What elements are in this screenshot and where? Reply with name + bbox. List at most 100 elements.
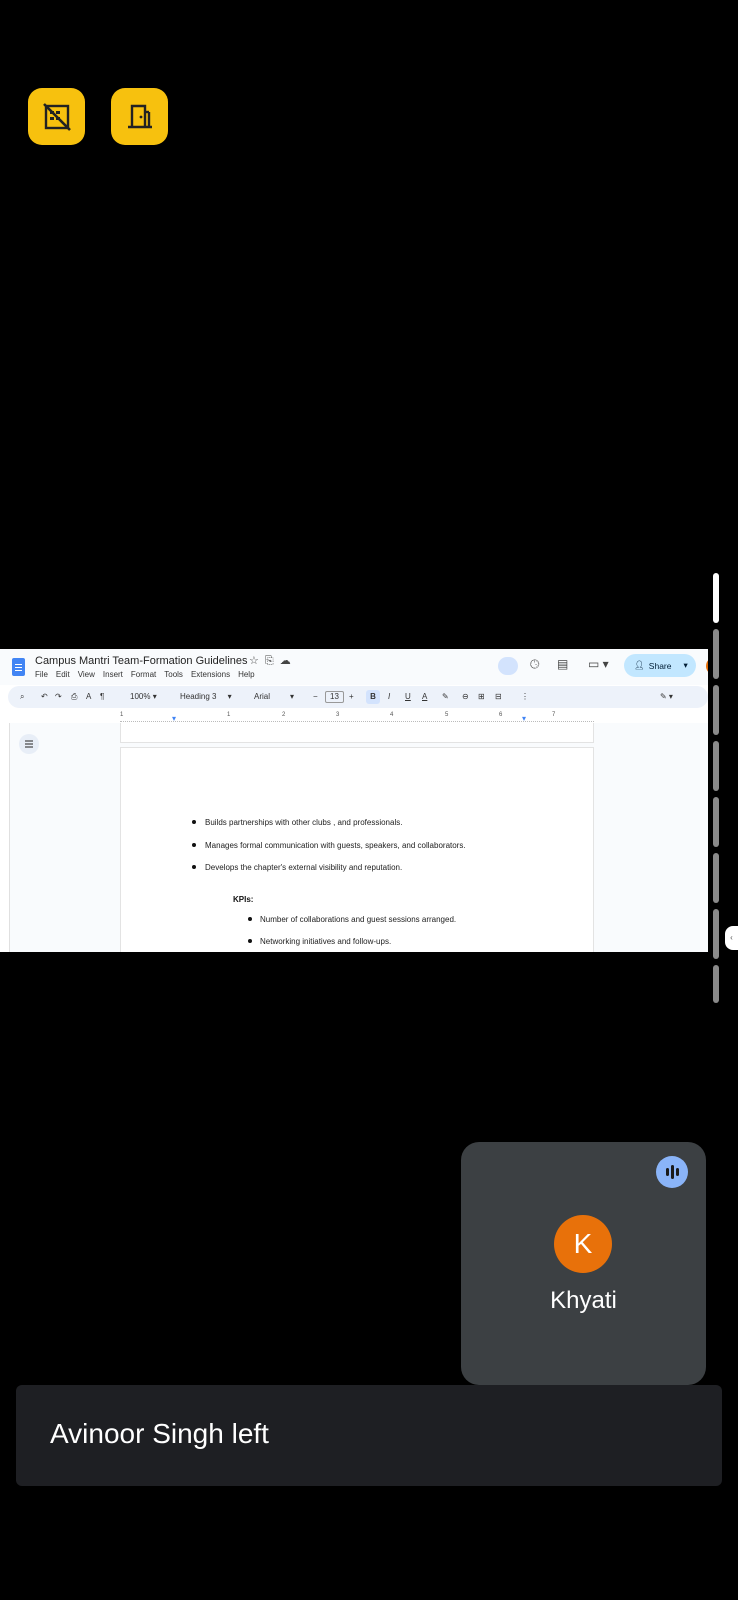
- decrease-size-icon[interactable]: −: [313, 686, 318, 708]
- no-building-icon: [42, 102, 71, 131]
- paint-format-icon[interactable]: ¶: [100, 686, 104, 708]
- indent-marker-icon[interactable]: ▾: [172, 714, 176, 723]
- participant-name: Khyati: [550, 1287, 617, 1314]
- bullet-dot: [248, 917, 252, 921]
- format-toolbar: ⌕ ↶ ↷ ⎙ A ¶ 100% ▾ Heading 3 ▾ Arial ▾ −…: [8, 686, 708, 708]
- add-comment-icon[interactable]: ⊞: [478, 686, 485, 708]
- style-select[interactable]: Heading 3 ▾: [180, 686, 232, 708]
- list-item-text: Number of collaborations and guest sessi…: [260, 915, 457, 924]
- style-value: Heading 3: [180, 692, 217, 701]
- scroll-segment: [713, 629, 719, 679]
- star-icon[interactable]: ☆: [249, 655, 265, 667]
- scroll-segment: [713, 685, 719, 735]
- ruler-mark: 3: [336, 712, 340, 718]
- bullet-dot: [192, 865, 196, 869]
- toast-message: Avinoor Singh left: [50, 1418, 269, 1449]
- docs-logo-icon: [12, 658, 25, 676]
- menu-insert[interactable]: Insert: [103, 670, 123, 679]
- font-value: Arial: [254, 692, 271, 701]
- menu-bar: File Edit View Insert Format Tools Exten…: [35, 670, 255, 679]
- ruler-mark: 1: [227, 712, 231, 718]
- scroll-segment: [713, 741, 719, 791]
- link-icon[interactable]: ⊖: [462, 686, 469, 708]
- side-panel-toggle[interactable]: ‹: [725, 926, 738, 950]
- account-avatar[interactable]: [706, 657, 708, 675]
- menu-view[interactable]: View: [78, 670, 95, 679]
- scroll-indicator[interactable]: [710, 573, 722, 1003]
- list-item: Number of collaborations and guest sessi…: [248, 915, 456, 924]
- scroll-thumb: [713, 573, 719, 623]
- menu-extensions[interactable]: Extensions: [191, 670, 230, 679]
- menu-format[interactable]: Format: [131, 670, 156, 679]
- ruler-mark: 7: [552, 712, 556, 718]
- italic-button[interactable]: I: [388, 686, 390, 708]
- menu-tools[interactable]: Tools: [164, 670, 183, 679]
- ruler-mark: 5: [445, 712, 449, 718]
- move-icon[interactable]: ⎘: [265, 655, 280, 667]
- underline-button[interactable]: U: [405, 686, 411, 708]
- menu-help[interactable]: Help: [238, 670, 254, 679]
- cloud-icon[interactable]: ☁: [280, 655, 297, 667]
- scroll-segment: [713, 797, 719, 847]
- undo-icon[interactable]: ↶: [41, 686, 48, 708]
- history-icon[interactable]: 🕓︎: [530, 658, 540, 670]
- redo-icon[interactable]: ↷: [55, 686, 62, 708]
- gemini-button[interactable]: [498, 657, 518, 675]
- bullet-dot: [248, 939, 252, 943]
- highlight-icon[interactable]: ✎: [442, 686, 449, 708]
- ruler-mark: 4: [390, 712, 394, 718]
- font-select[interactable]: Arial ▾: [254, 686, 294, 708]
- chevron-left-icon: ‹: [730, 933, 733, 942]
- list-item-text: Builds partnerships with other clubs , a…: [205, 818, 403, 827]
- list-item: Networking initiatives and follow-ups.: [248, 937, 391, 946]
- ruler-mark: 6: [499, 712, 503, 718]
- zoom-select[interactable]: 100% ▾: [130, 686, 157, 708]
- audio-level-icon: [656, 1156, 688, 1188]
- ruler-mark: 1: [120, 712, 124, 718]
- menu-file[interactable]: File: [35, 670, 48, 679]
- scroll-segment: [713, 909, 719, 959]
- door-exit-icon: [127, 104, 152, 128]
- ruler-mark: 2: [282, 712, 286, 718]
- shared-screen: Campus Mantri Team-Formation Guidelines …: [0, 649, 708, 952]
- bullet-dot: [192, 820, 196, 824]
- scroll-segment: [713, 853, 719, 903]
- exit-door-button[interactable]: [111, 88, 168, 145]
- share-button[interactable]: 👤︎ Share ▾: [624, 654, 696, 677]
- list-item: Develops the chapter's external visibili…: [192, 863, 402, 872]
- share-label: Share: [648, 660, 672, 671]
- meet-icon[interactable]: ▭ ▾: [588, 658, 609, 670]
- right-indent-marker-icon[interactable]: ▾: [522, 714, 526, 723]
- font-size-input[interactable]: 13: [325, 691, 344, 703]
- comments-icon[interactable]: ▤: [557, 658, 568, 670]
- search-menus-icon[interactable]: ⌕: [20, 686, 24, 708]
- text-color-button[interactable]: A: [422, 686, 427, 708]
- title-actions: ☆⎘☁: [249, 654, 297, 668]
- chevron-down-icon: ▾: [683, 660, 688, 670]
- menu-edit[interactable]: Edit: [56, 670, 70, 679]
- bold-button[interactable]: B: [366, 690, 380, 704]
- insert-image-icon[interactable]: ⊟: [495, 686, 502, 708]
- participant-tile[interactable]: K Khyati: [461, 1142, 706, 1385]
- list-item-text: Networking initiatives and follow-ups.: [260, 937, 392, 946]
- ruler: 1 1 2 3 4 5 6 7 ▾ ▾: [120, 712, 594, 723]
- doc-title-bar: Campus Mantri Team-Formation Guidelines …: [0, 649, 708, 685]
- bullet-dot: [192, 843, 196, 847]
- previous-page: [120, 723, 594, 743]
- notification-toast: Avinoor Singh left: [16, 1385, 722, 1486]
- avatar: K: [554, 1215, 612, 1273]
- zoom-value: 100%: [130, 692, 151, 701]
- list-item: Builds partnerships with other clubs , a…: [192, 818, 402, 827]
- print-icon[interactable]: ⎙: [71, 686, 77, 708]
- doc-title: Campus Mantri Team-Formation Guidelines: [35, 655, 248, 667]
- spellcheck-icon[interactable]: A: [86, 686, 91, 708]
- no-building-button[interactable]: [28, 88, 85, 145]
- list-item-text: Manages formal communication with guests…: [205, 841, 466, 850]
- editing-mode-icon[interactable]: ✎ ▾: [660, 686, 673, 708]
- list-item-text: Develops the chapter's external visibili…: [205, 863, 403, 872]
- list-item: Manages formal communication with guests…: [192, 841, 466, 850]
- more-options-icon[interactable]: ⋮: [521, 686, 529, 708]
- increase-size-icon[interactable]: +: [349, 686, 354, 708]
- people-icon: 👤︎: [634, 660, 645, 670]
- document-outline-button[interactable]: [19, 734, 39, 754]
